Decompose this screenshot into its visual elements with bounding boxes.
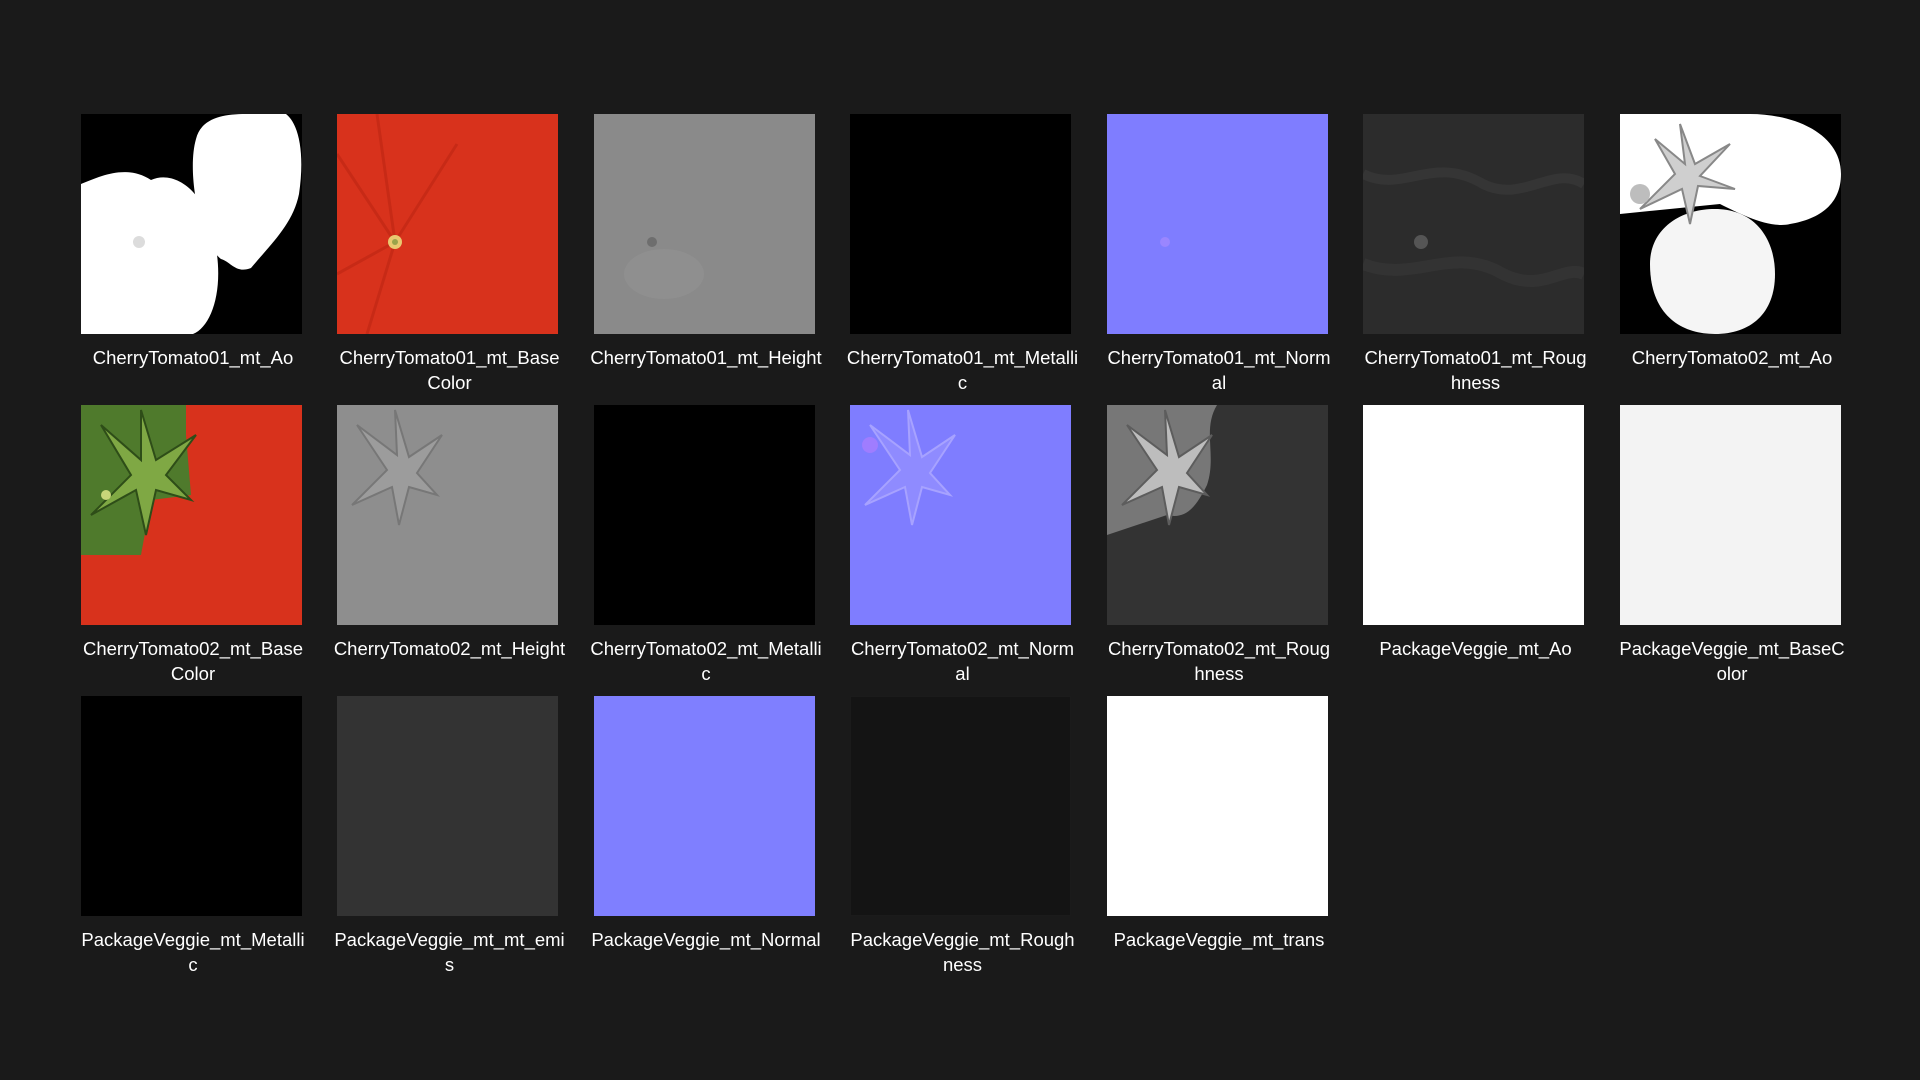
black-metallic-thumbnail[interactable] bbox=[593, 405, 815, 625]
file-item[interactable]: PackageVeggie_mt_Metallic bbox=[80, 696, 305, 987]
blue-normal-stem-thumbnail[interactable] bbox=[850, 405, 1071, 625]
file-item[interactable]: PackageVeggie_mt_trans bbox=[1106, 696, 1328, 987]
file-name: CherryTomato01_mt_Metallic bbox=[846, 347, 1079, 393]
file-item[interactable]: PackageVeggie_mt_BaseColor bbox=[1619, 405, 1845, 696]
file-item[interactable]: CherryTomato02_mt_Normal bbox=[850, 405, 1074, 696]
file-item[interactable]: CherryTomato01_mt_Metallic bbox=[847, 114, 1078, 405]
red-green-basecolor-thumbnail[interactable] bbox=[80, 405, 302, 625]
black-metallic-thumbnail[interactable] bbox=[850, 114, 1071, 334]
ao-two-tomatoes-thumbnail[interactable] bbox=[80, 114, 302, 334]
file-item[interactable]: CherryTomato02_mt_Metallic bbox=[590, 405, 822, 696]
ao-tomatoes-stem-thumbnail[interactable] bbox=[1619, 114, 1841, 334]
file-name: CherryTomato02_mt_Height bbox=[333, 638, 566, 659]
file-item[interactable]: PackageVeggie_mt_Normal bbox=[591, 696, 821, 987]
gray-height-thumbnail[interactable] bbox=[593, 114, 815, 334]
white-ao-thumbnail[interactable] bbox=[1363, 405, 1584, 625]
file-name: CherryTomato02_mt_BaseColor bbox=[82, 638, 304, 684]
file-grid: CherryTomato01_mt_Ao CherryTomato01_mt_B… bbox=[80, 114, 1845, 987]
dark-gray-emissive-thumbnail[interactable] bbox=[337, 696, 558, 916]
file-name: CherryTomato01_mt_Height bbox=[590, 347, 822, 368]
black-metallic-thumbnail[interactable] bbox=[80, 696, 302, 916]
file-item[interactable]: CherryTomato01_mt_Roughness bbox=[1363, 114, 1587, 405]
offwhite-basecolor-thumbnail[interactable] bbox=[1619, 405, 1841, 625]
file-name: CherryTomato01_mt_BaseColor bbox=[339, 347, 560, 393]
near-black-roughness-thumbnail[interactable] bbox=[850, 696, 1071, 916]
file-item[interactable]: PackageVeggie_mt_Roughness bbox=[850, 696, 1075, 987]
file-name: PackageVeggie_mt_Metallic bbox=[81, 929, 305, 975]
file-name: PackageVeggie_mt_trans bbox=[1113, 929, 1325, 950]
white-transmission-thumbnail[interactable] bbox=[1106, 696, 1328, 916]
file-item[interactable]: PackageVeggie_mt_Ao bbox=[1363, 405, 1585, 696]
file-name: PackageVeggie_mt_BaseColor bbox=[1619, 638, 1845, 684]
file-name: CherryTomato02_mt_Ao bbox=[1631, 347, 1833, 368]
file-item[interactable]: CherryTomato01_mt_Normal bbox=[1106, 114, 1331, 405]
file-item[interactable]: CherryTomato01_mt_BaseColor bbox=[337, 114, 560, 405]
file-item[interactable]: PackageVeggie_mt_mt_emis bbox=[334, 696, 565, 987]
blue-normal-thumbnail[interactable] bbox=[593, 696, 815, 916]
blue-normal-thumbnail[interactable] bbox=[1106, 114, 1328, 334]
file-name: PackageVeggie_mt_mt_emis bbox=[334, 929, 565, 975]
file-item[interactable]: CherryTomato02_mt_BaseColor bbox=[80, 405, 303, 696]
file-name: PackageVeggie_mt_Roughness bbox=[850, 929, 1075, 975]
file-item[interactable]: CherryTomato01_mt_Height bbox=[590, 114, 822, 405]
file-name: PackageVeggie_mt_Ao bbox=[1379, 638, 1572, 659]
file-name: CherryTomato01_mt_Normal bbox=[1107, 347, 1331, 393]
red-basecolor-thumbnail[interactable] bbox=[337, 114, 558, 334]
file-name: CherryTomato02_mt_Roughness bbox=[1107, 638, 1331, 684]
file-name: CherryTomato02_mt_Metallic bbox=[590, 638, 822, 684]
gray-height-stem-thumbnail[interactable] bbox=[337, 405, 558, 625]
file-item[interactable]: CherryTomato02_mt_Height bbox=[334, 405, 565, 696]
file-name: CherryTomato01_mt_Ao bbox=[92, 347, 294, 368]
gray-roughness-stem-thumbnail[interactable] bbox=[1106, 405, 1328, 625]
file-name: CherryTomato01_mt_Roughness bbox=[1364, 347, 1587, 393]
file-name: CherryTomato02_mt_Normal bbox=[850, 638, 1075, 684]
file-item[interactable]: CherryTomato01_mt_Ao bbox=[80, 114, 302, 405]
dark-roughness-thumbnail[interactable] bbox=[1363, 114, 1584, 334]
file-item[interactable]: CherryTomato02_mt_Ao bbox=[1619, 114, 1841, 405]
file-item[interactable]: CherryTomato02_mt_Roughness bbox=[1106, 405, 1330, 696]
file-name: PackageVeggie_mt_Normal bbox=[591, 929, 821, 950]
